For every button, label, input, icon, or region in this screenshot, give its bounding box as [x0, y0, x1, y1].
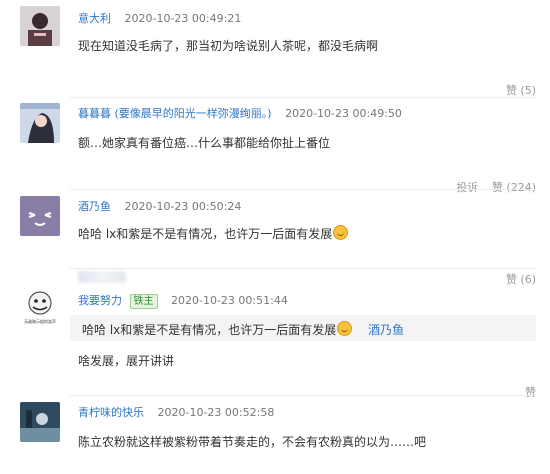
comment-text-row: 哈哈 lx和紫是不是有情况，也许万一后面有发展 [78, 225, 349, 242]
avatar[interactable] [20, 402, 60, 442]
divider [70, 268, 536, 269]
comment-time: 2020-10-23 00:49:50 [285, 107, 402, 120]
comment-list: 意大利 2020-10-23 00:49:21 现在知道没毛病了，那当初为啥说别… [0, 0, 550, 474]
comment-text: 哈哈 lx和紫是不是有情况，也许万一后面有发展 [78, 227, 333, 241]
username-link[interactable]: 暮暮暮 [78, 107, 111, 120]
comment-item: 青柠味的快乐 2020-10-23 00:52:58 陈立农粉就这样被紫粉带着节… [0, 396, 550, 474]
quote-text: 哈哈 lx和紫是不是有情况，也许万一后面有发展 [82, 323, 337, 337]
comment-text: 额…她家真有番位癌…什么事都能给你扯上番位 [78, 136, 331, 150]
quote-author-link[interactable]: 酒乃鱼 [368, 323, 404, 337]
comment-item: 无敌暗示姐的笑声 我要努力 铁主 2020-10-23 00:51:44 哈哈 … [0, 282, 550, 399]
comment-text: 啥发展，展开讲讲 [78, 354, 175, 368]
comment-item: 酒乃鱼 2020-10-23 00:50:24 哈哈 lx和紫是不是有情况，也许… [0, 190, 550, 268]
owner-badge: 铁主 [129, 294, 158, 309]
avatar-caption: 无敌暗示姐的笑声 [24, 319, 56, 324]
username-link[interactable]: 意大利 [78, 12, 111, 25]
username-link[interactable]: 青柠味的快乐 [78, 406, 144, 419]
avatar[interactable] [20, 6, 60, 46]
username-link[interactable]: 酒乃鱼 [78, 200, 111, 213]
comment-text: 现在知道没毛病了，那当初为啥说别人茶呢，都没毛病啊 [78, 39, 379, 53]
avatar[interactable] [20, 196, 60, 236]
username-link[interactable]: 我要努力 [78, 294, 122, 307]
comment-time: 2020-10-23 00:49:21 [124, 12, 242, 25]
comment-time: 2020-10-23 00:51:44 [171, 294, 288, 307]
comment-text: 陈立农粉就这样被紫粉带着节奏走的，不会有农粉真的以为……吧 [78, 435, 427, 449]
grin-emoji-icon [333, 225, 349, 240]
quote-row: 哈哈 lx和紫是不是有情况，也许万一后面有发展 酒乃鱼 [82, 321, 404, 338]
like-button[interactable]: 赞 (5) [506, 82, 536, 98]
comment-time: 2020-10-23 00:52:58 [157, 406, 275, 419]
comment-item: 意大利 2020-10-23 00:49:21 现在知道没毛病了，那当初为啥说别… [0, 0, 550, 97]
username-note: (要像晨早的阳光一样弥漫绚丽。) [114, 107, 272, 120]
avatar[interactable]: 无敌暗示姐的笑声 [20, 288, 60, 328]
quoted-comment: 哈哈 lx和紫是不是有情况，也许万一后面有发展 酒乃鱼 [70, 315, 536, 341]
comment-item: 暮暮暮 (要像晨早的阳光一样弥漫绚丽。) 2020-10-23 00:49:50… [0, 97, 550, 194]
avatar[interactable] [20, 103, 60, 143]
comment-time: 2020-10-23 00:50:24 [124, 200, 242, 213]
grin-emoji-icon [337, 321, 353, 336]
